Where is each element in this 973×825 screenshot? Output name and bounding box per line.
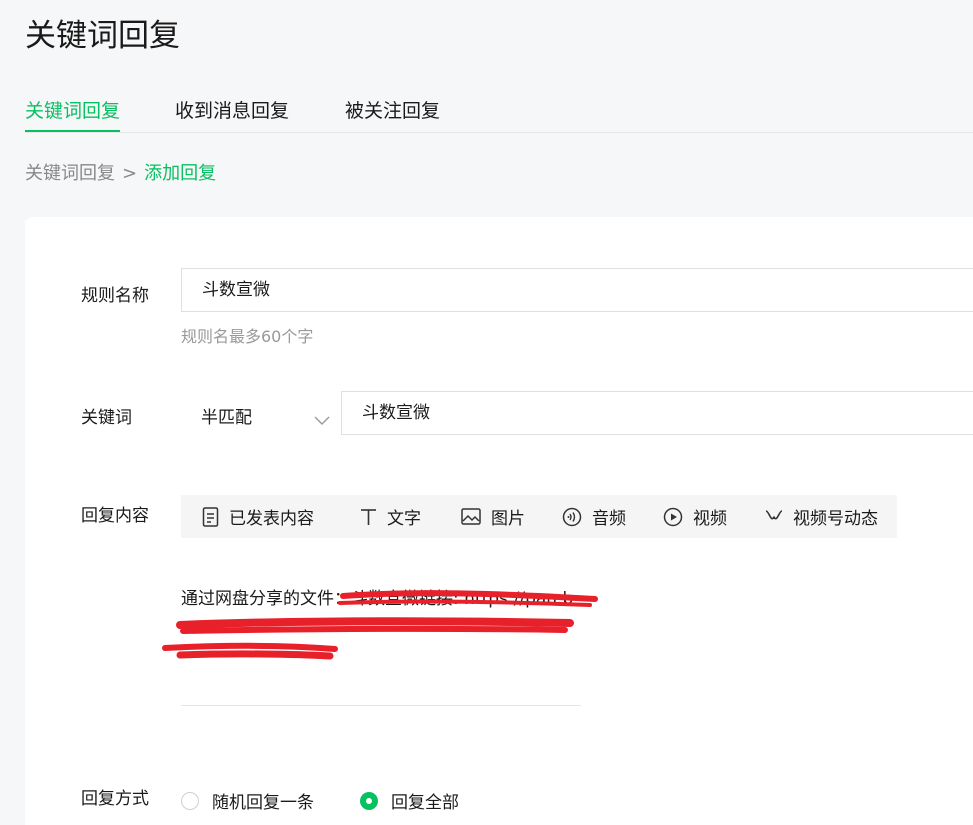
rule-name-label: 规则名称 — [81, 286, 149, 306]
radio-random-reply[interactable]: 随机回复一条 — [181, 788, 314, 813]
tool-video[interactable]: 视频 — [663, 495, 727, 538]
tab-bar: 关键词回复 收到消息回复 被关注回复 — [25, 96, 973, 133]
reply-divider — [181, 705, 581, 706]
radio-unchecked-icon — [181, 791, 199, 810]
tool-audio[interactable]: 音频 — [562, 495, 626, 538]
tab-follow-reply[interactable]: 被关注回复 — [345, 96, 440, 126]
audio-icon — [562, 507, 582, 526]
tool-text[interactable]: 文字 — [360, 495, 421, 538]
tool-label: 文字 — [387, 509, 421, 529]
tool-label: 音频 — [592, 509, 626, 529]
chevron-down-icon[interactable] — [314, 416, 330, 426]
radio-label: 回复全部 — [391, 793, 459, 813]
tool-channels[interactable]: 视频号动态 — [765, 495, 878, 538]
breadcrumb: 关键词回复 > 添加回复 — [25, 160, 216, 188]
radio-checked-icon — [360, 791, 378, 810]
keyword-label: 关键词 — [81, 408, 132, 428]
text-icon — [361, 508, 376, 525]
radio-label: 随机回复一条 — [212, 793, 314, 813]
breadcrumb-parent[interactable]: 关键词回复 — [25, 163, 115, 184]
document-icon — [202, 506, 219, 527]
reply-content-label: 回复内容 — [81, 506, 149, 526]
tool-label: 图片 — [491, 509, 525, 529]
radio-reply-all[interactable]: 回复全部 — [360, 788, 459, 813]
rule-name-input[interactable]: 斗数宣微 — [181, 268, 973, 312]
reply-mode-label: 回复方式 — [81, 789, 149, 809]
match-mode-value: 半匹配 — [201, 408, 252, 428]
form-card: 规则名称 斗数宣微 规则名最多60个字 关键词 半匹配 斗数宣微 回复内容 已发… — [25, 217, 973, 825]
breadcrumb-current: 添加回复 — [144, 163, 217, 184]
tab-message-reply[interactable]: 收到消息回复 — [175, 96, 289, 126]
tool-label: 已发表内容 — [229, 509, 314, 529]
page-title: 关键词回复 — [25, 18, 180, 54]
breadcrumb-separator: > — [122, 163, 138, 184]
rule-name-hint: 规则名最多60个字 — [181, 327, 314, 346]
match-mode-select[interactable]: 半匹配 — [181, 389, 333, 447]
tool-label: 视频号动态 — [793, 509, 878, 529]
redaction-scribble — [162, 590, 598, 660]
reply-type-toolbar: 已发表内容 文字 图片 音频 视频 视频号动态 — [181, 495, 897, 538]
tool-image[interactable]: 图片 — [461, 495, 525, 538]
keyword-input[interactable]: 斗数宣微 — [341, 391, 973, 435]
tab-keyword-reply[interactable]: 关键词回复 — [25, 96, 121, 132]
tool-published-content[interactable]: 已发表内容 — [202, 495, 314, 538]
tool-label: 视频 — [693, 509, 727, 529]
image-icon — [461, 508, 481, 525]
video-icon — [663, 507, 683, 526]
channels-icon — [765, 509, 783, 519]
